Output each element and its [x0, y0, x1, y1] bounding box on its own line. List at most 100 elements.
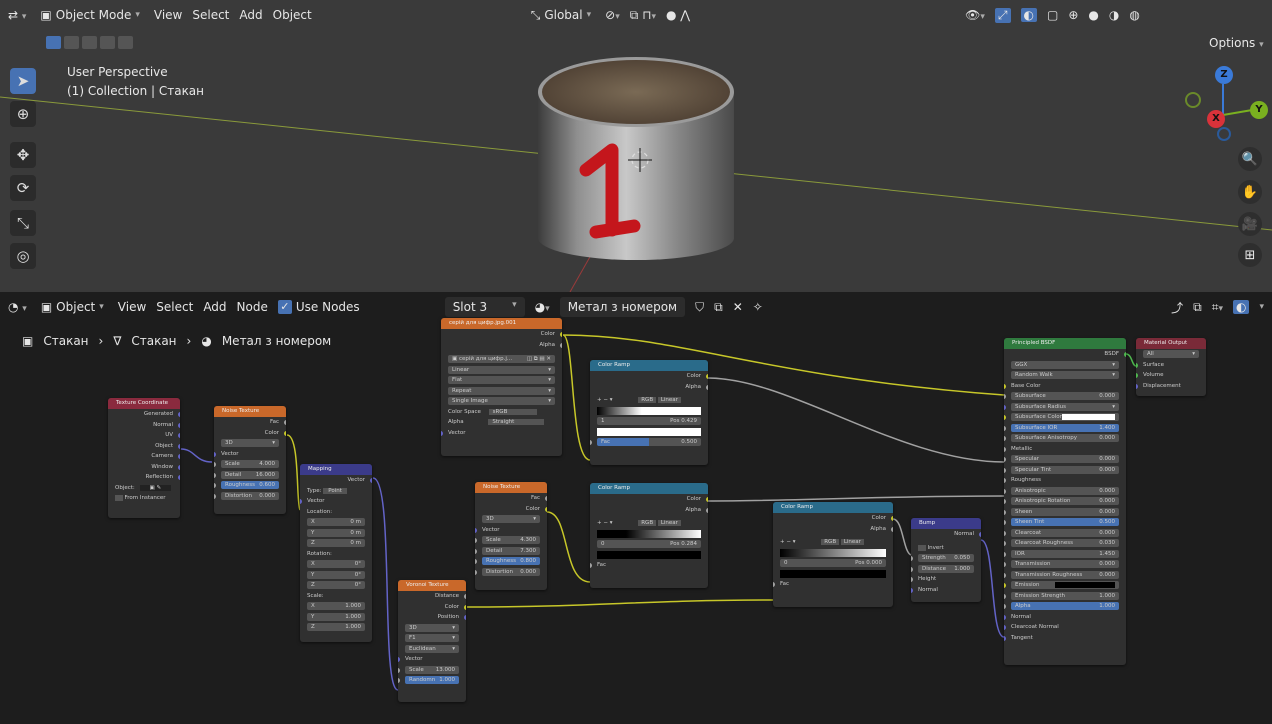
shading-rendered-icon[interactable]: ◍	[1129, 8, 1139, 22]
navigation-gizmo[interactable]: Z Y X	[1180, 62, 1270, 142]
gizmo-x-axis[interactable]: X	[1207, 110, 1225, 128]
xray-icon[interactable]: ▢	[1047, 8, 1058, 22]
node-texture-coordinate[interactable]: Texture Coordinate Generated Normal UV O…	[108, 398, 180, 518]
camera-view-icon[interactable]: 🎥	[1238, 212, 1262, 236]
strength-field[interactable]: Strength 0.050	[918, 554, 974, 563]
rotate-tool[interactable]: ⟳	[10, 175, 36, 201]
bsdf-input-alpha[interactable]: Alpha 1.000	[1004, 601, 1126, 612]
bsdf-input-anisotropic-rotation[interactable]: Anisotropic Rotation 0.000	[1004, 496, 1126, 507]
socket-alpha[interactable]: Alpha	[590, 505, 708, 516]
extension-dropdown[interactable]: Repeat ▾	[448, 386, 555, 395]
select-new-icon[interactable]	[46, 36, 61, 49]
socket-vector[interactable]: Vector	[398, 654, 466, 665]
bsdf-input-specular[interactable]: Specular 0.000	[1004, 454, 1126, 465]
bsdf-input-emission[interactable]: Emission	[1004, 580, 1126, 591]
move-tool[interactable]: ✥	[10, 142, 36, 168]
dimensions-dropdown[interactable]: 3D ▾	[405, 623, 459, 632]
bsdf-input-clearcoat[interactable]: Clearcoat 0.000	[1004, 528, 1126, 539]
color-ramp-gradient[interactable]	[780, 548, 886, 557]
target-dropdown[interactable]: All ▾	[1143, 350, 1199, 359]
ramp-stop-color[interactable]	[780, 569, 886, 578]
roughness-field[interactable]: Roughness 0.800	[482, 557, 540, 566]
ramp-stop-fields[interactable]: 0 Pos 0.284	[597, 540, 701, 549]
bsdf-input-anisotropic[interactable]: Anisotropic 0.000	[1004, 486, 1126, 497]
bsdf-input-emission-strength[interactable]: Emission Strength 1.000	[1004, 591, 1126, 602]
mode-dropdown[interactable]: ▣ Object Mode ▾	[36, 6, 143, 24]
socket-color[interactable]: Color	[590, 494, 708, 505]
bsdf-input-subsurface-ior[interactable]: Subsurface IOR 1.400	[1004, 423, 1126, 434]
bsdf-input-transmission[interactable]: Transmission 0.000	[1004, 559, 1126, 570]
select-subtract-icon[interactable]	[82, 36, 97, 49]
node-noise-texture[interactable]: Noise Texture Fac Color 3D ▾ Vector Scale…	[214, 406, 286, 514]
object-picker[interactable]: Object: ▣ ✎	[108, 483, 180, 494]
eyedropper-icon[interactable]: ▣ ✎	[139, 484, 172, 491]
socket-vector-out[interactable]: Vector	[300, 475, 372, 486]
socket-bsdf[interactable]: BSDF	[1004, 349, 1126, 360]
ramp-stop-fields[interactable]: 1 Pos 0.429	[597, 417, 701, 426]
shader-node-editor[interactable]: ◔ ▾ ▣ Object ▾ View Select Add Node ✓ Use…	[0, 292, 1272, 724]
socket-color[interactable]: Color	[214, 428, 286, 439]
socket-reflection[interactable]: Reflection	[108, 472, 180, 483]
gizmo-y-axis[interactable]: Y	[1250, 101, 1268, 119]
from-instancer-checkbox[interactable]: From Instancer	[108, 493, 180, 504]
dimensions-dropdown[interactable]: 3D ▾	[482, 515, 540, 524]
node-color-ramp-3[interactable]: Color Ramp Color Alpha + − ▾ RGB Linear …	[773, 502, 893, 607]
color-ramp-gradient[interactable]	[597, 406, 701, 415]
distance-field[interactable]: Distance 1.000	[918, 564, 974, 573]
projection-dropdown[interactable]: Flat ▾	[448, 376, 555, 385]
socket-fac[interactable]: Fac	[590, 560, 708, 571]
socket-fac[interactable]: Fac	[214, 417, 286, 428]
bsdf-input-clearcoat-normal[interactable]: Clearcoat Normal	[1004, 622, 1126, 633]
dimensions-dropdown[interactable]: 3D ▾	[221, 439, 279, 448]
socket-surface[interactable]: Surface	[1136, 360, 1206, 371]
socket-normal[interactable]: Normal	[108, 420, 180, 431]
node-color-ramp-2[interactable]: Color Ramp Color Alpha + − ▾ RGB Linear …	[590, 483, 708, 588]
bsdf-input-base-color[interactable]: Base Color	[1004, 381, 1126, 392]
bsdf-input-clearcoat-roughness[interactable]: Clearcoat Roughness 0.030	[1004, 538, 1126, 549]
socket-color[interactable]: Color	[475, 504, 547, 515]
location-z[interactable]: Z0 m	[307, 539, 365, 548]
bsdf-input-sheen-tint[interactable]: Sheen Tint 0.500	[1004, 517, 1126, 528]
socket-color[interactable]: Color	[590, 371, 708, 382]
rotation-x[interactable]: X 0°	[307, 560, 365, 569]
alpha-dropdown[interactable]: Alpha Straight	[441, 417, 562, 428]
source-dropdown[interactable]: Single Image ▾	[448, 397, 555, 406]
ramp-stop-color[interactable]	[597, 550, 701, 559]
subsurface-method-dropdown[interactable]: Random Walk ▾	[1011, 371, 1119, 380]
detail-field[interactable]: Detail 7.300	[482, 546, 540, 555]
socket-vector[interactable]: Vector	[475, 525, 547, 536]
shading-solid-icon[interactable]: ●	[1088, 8, 1098, 22]
bsdf-input-subsurface[interactable]: Subsurface 0.000	[1004, 391, 1126, 402]
select-intersect-icon[interactable]	[118, 36, 133, 49]
node-voronoi-texture[interactable]: Voronoi Texture Distance Color Position …	[398, 580, 466, 702]
socket-normal-in[interactable]: Normal	[911, 585, 981, 596]
node-image-texture[interactable]: серій для цифр.jpg.001 Color Alpha ▣ сер…	[441, 318, 562, 456]
ramp-stop-fields[interactable]: 0 Pos 0.000	[780, 559, 886, 568]
socket-camera[interactable]: Camera	[108, 451, 180, 462]
socket-alpha[interactable]: Alpha	[590, 382, 708, 393]
rotation-y[interactable]: Y 0°	[307, 570, 365, 579]
invert-checkbox[interactable]: Invert	[911, 543, 981, 554]
rotation-z[interactable]: Z 0°	[307, 581, 365, 590]
menu-add[interactable]: Add	[239, 8, 262, 22]
bsdf-input-subsurface-radius[interactable]: Subsurface Radius ▾	[1004, 402, 1126, 413]
scale-field[interactable]: Scale 4.000	[221, 460, 279, 469]
ramp-interp-dropdown[interactable]: Linear	[657, 520, 681, 526]
scale-tool[interactable]: ⤡	[10, 210, 36, 236]
location-y[interactable]: Y0 m	[307, 528, 365, 537]
shading-wire-icon[interactable]: ⊕	[1068, 8, 1078, 22]
bsdf-input-subsurface-anisotropy[interactable]: Subsurface Anisotropy 0.000	[1004, 433, 1126, 444]
type-dropdown[interactable]: Type: Point	[300, 486, 372, 497]
orientation-dropdown[interactable]: ⤡ Global ▾	[527, 6, 595, 25]
scale-z[interactable]: Z 1.000	[307, 623, 365, 632]
ortho-grid-icon[interactable]: ⊞	[1238, 243, 1262, 267]
node-principled-bsdf[interactable]: Principled BSDF BSDF GGX ▾ Random Walk ▾ B…	[1004, 338, 1126, 665]
bsdf-input-tangent[interactable]: Tangent	[1004, 633, 1126, 644]
options-dropdown[interactable]: Options ▾	[1209, 36, 1264, 50]
menu-view[interactable]: View	[154, 8, 182, 22]
gizmo-toggle-icon[interactable]: ⤢	[994, 7, 1011, 23]
socket-uv[interactable]: UV	[108, 430, 180, 441]
zoom-icon[interactable]: 🔍	[1238, 147, 1262, 171]
detail-field[interactable]: Detail 16.000	[221, 470, 279, 479]
socket-color[interactable]: Color	[398, 602, 466, 613]
